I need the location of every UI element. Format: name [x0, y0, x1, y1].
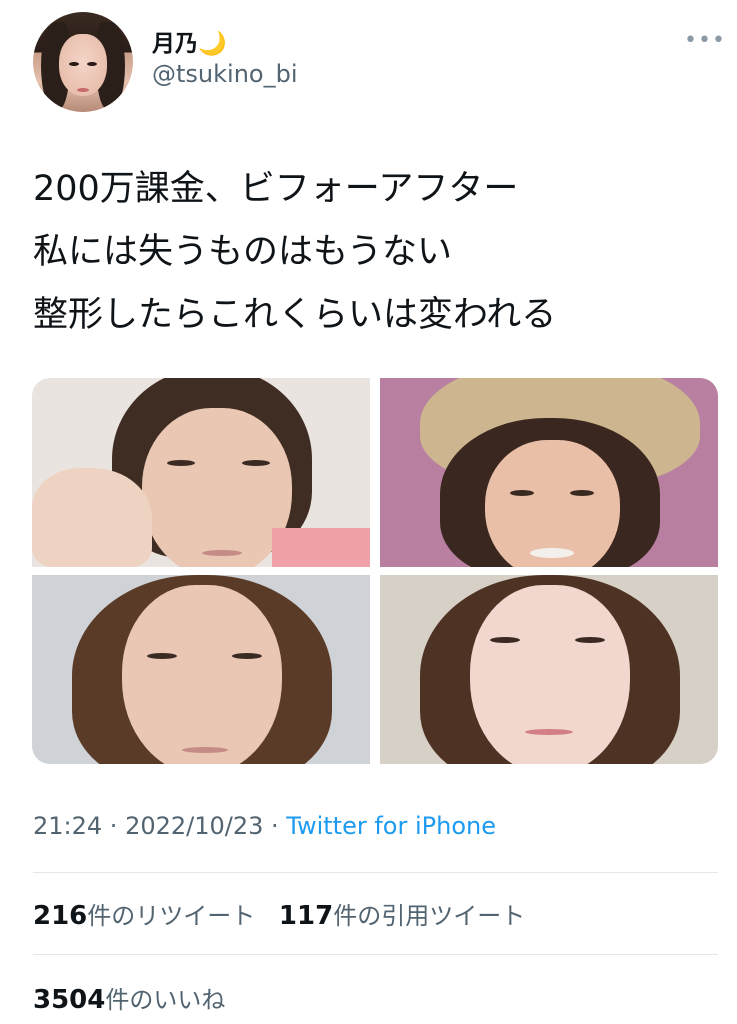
- avatar-face: [59, 34, 107, 96]
- photo-mouth: [202, 550, 242, 556]
- photo-eye: [575, 637, 605, 643]
- likes-count: 3504: [33, 985, 106, 1015]
- avatar[interactable]: [33, 12, 133, 112]
- quotes-label: 件の引用ツイート: [333, 902, 526, 930]
- photo-hand: [32, 468, 152, 567]
- photo-face: [122, 585, 282, 764]
- photo-eye: [147, 653, 177, 659]
- tweet-time[interactable]: 21:24: [33, 812, 102, 840]
- photo-eye: [167, 460, 195, 466]
- meta-separator: ·: [102, 812, 126, 840]
- tweet-source-link[interactable]: Twitter for iPhone: [286, 812, 496, 840]
- photo-mouth: [525, 729, 573, 735]
- photo-after-1[interactable]: [32, 575, 370, 764]
- likes-label: 件のいいね: [105, 986, 226, 1014]
- photo-face: [470, 585, 630, 764]
- photo-eye: [232, 653, 262, 659]
- photo-eye: [242, 460, 270, 466]
- user-handle[interactable]: @tsukino_bi: [152, 60, 298, 88]
- quotes-stat[interactable]: 117件の引用ツイート: [278, 901, 526, 931]
- avatar-eye-left: [69, 62, 79, 66]
- photo-eye: [490, 637, 520, 643]
- photo-face: [142, 408, 292, 567]
- quotes-count: 117: [278, 901, 334, 931]
- display-name[interactable]: 月乃🌙: [152, 24, 227, 58]
- divider: [33, 954, 718, 955]
- photo-before-1[interactable]: [32, 378, 370, 567]
- photo-mouth: [182, 747, 228, 753]
- photo-after-2[interactable]: [380, 575, 718, 764]
- retweets-label: 件のリツイート: [87, 902, 256, 930]
- avatar-eye-right: [87, 62, 97, 66]
- likes-stat[interactable]: 3504件のいいね: [33, 985, 226, 1015]
- divider: [33, 872, 718, 873]
- tweet-line: 整形したらこれくらいは変われる: [33, 295, 557, 335]
- more-dots-icon[interactable]: •••: [684, 28, 726, 53]
- media-grid: [32, 378, 718, 764]
- meta-separator: ·: [263, 812, 287, 840]
- photo-eye: [570, 490, 594, 496]
- photo-mouth: [530, 548, 574, 558]
- tweet-text: 200万課金、ビフォーアフター 私には失うものはもうない 整形したらこれくらいは…: [33, 158, 713, 347]
- tweet-line: 200万課金、ビフォーアフター: [33, 169, 519, 209]
- tweet-timestamp: 21:24 · 2022/10/23 · Twitter for iPhone: [33, 812, 496, 840]
- photo-eye: [510, 490, 534, 496]
- retweets-stat[interactable]: 216件のリツイート: [33, 901, 256, 931]
- tweet-line: 私には失うものはもうない: [33, 232, 452, 272]
- engagement-row: 216件のリツイート 117件の引用ツイート: [33, 896, 525, 931]
- tweet-date[interactable]: 2022/10/23: [125, 812, 263, 840]
- likes-row: 3504件のいいね: [33, 980, 225, 1015]
- avatar-lips: [77, 88, 89, 92]
- photo-before-2[interactable]: [380, 378, 718, 567]
- retweets-count: 216: [33, 901, 88, 931]
- photo-shirt: [272, 528, 370, 567]
